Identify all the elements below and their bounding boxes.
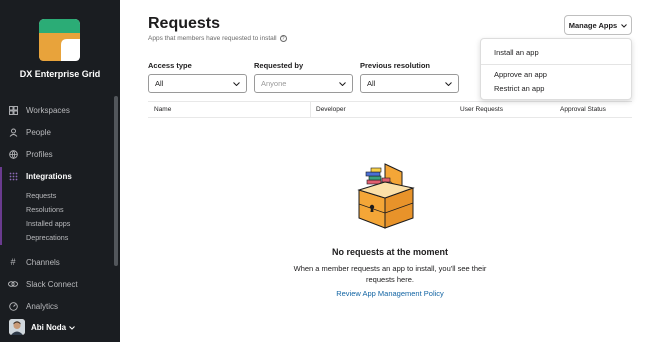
empty-state-title: No requests at the moment (331, 247, 449, 257)
subnav-resolutions[interactable]: Resolutions (26, 205, 64, 214)
review-policy-link-text[interactable]: Review App Management Policy (336, 289, 444, 298)
sidebar-item-label: People (26, 127, 51, 137)
page-title: Requests (148, 15, 221, 32)
column-header-developer[interactable]: Developer (316, 106, 346, 113)
sidebar-item-analytics[interactable]: Analytics (0, 297, 120, 315)
user-name: Abi Noda (31, 322, 67, 332)
chevron-down-icon (233, 79, 240, 88)
manage-apps-menu: Install an app Approve an app Restrict a… (480, 38, 632, 100)
sidebar-item-channels[interactable]: # Channels (0, 253, 120, 271)
sidebar-scrollbar[interactable] (114, 96, 118, 266)
org-name: DX Enterprise Grid (19, 69, 101, 79)
link-icon (0, 280, 26, 288)
info-icon[interactable]: ? (279, 35, 287, 42)
person-icon (0, 128, 26, 137)
menu-divider (481, 64, 631, 65)
sidebar-item-label: Profiles (26, 149, 53, 159)
building-icon (0, 105, 26, 115)
sidebar-item-label: Channels (26, 257, 60, 267)
subnav-installed-apps[interactable]: Installed apps (26, 219, 70, 228)
chevron-down-icon (445, 79, 452, 88)
subtitle-text: Apps that members have requested to inst… (148, 35, 277, 42)
manage-apps-label: Manage Apps (568, 20, 618, 30)
sidebar-item-label: Workspaces (26, 105, 70, 115)
access-type-select[interactable]: All (148, 74, 247, 93)
empty-state-body: When a member requests an app to install… (293, 264, 487, 284)
hash-icon: # (10, 257, 16, 267)
user-menu[interactable]: Abi Noda (9, 319, 75, 335)
sidebar-item-workspaces[interactable]: Workspaces (0, 101, 120, 119)
sidebar-item-slack-connect[interactable]: Slack Connect (0, 275, 120, 293)
gauge-icon (0, 301, 26, 311)
review-policy-link[interactable]: Review App Management Policy (148, 289, 632, 298)
chevron-down-icon (69, 323, 75, 332)
subnav-requests[interactable]: Requests (26, 191, 56, 200)
sidebar-item-people[interactable]: People (0, 123, 120, 141)
chevron-down-icon (339, 79, 346, 88)
sidebar-item-profiles[interactable]: Profiles (0, 145, 120, 163)
filter-label-access-type: Access type (148, 61, 192, 70)
select-value: All (155, 79, 164, 88)
menu-item-restrict-app[interactable]: Restrict an app (494, 84, 544, 93)
previous-resolution-select[interactable]: All (360, 74, 459, 93)
sidebar-item-label: Slack Connect (26, 279, 78, 289)
menu-item-approve-app[interactable]: Approve an app (494, 70, 547, 79)
sidebar-item-label: Integrations (26, 171, 72, 181)
filter-label-requested-by: Requested by (254, 61, 304, 70)
avatar (9, 319, 25, 335)
empty-box-illustration (357, 163, 415, 229)
select-value: All (367, 79, 376, 88)
menu-item-install-app[interactable]: Install an app (494, 48, 539, 57)
page-subtitle: Apps that members have requested to inst… (148, 35, 287, 42)
subnav-deprecations[interactable]: Deprecations (26, 233, 68, 242)
sidebar-item-integrations[interactable]: Integrations (0, 167, 120, 185)
table-header: Name Developer User Requests Approval St… (148, 101, 632, 118)
column-header-name[interactable]: Name (154, 106, 171, 113)
column-header-user-requests[interactable]: User Requests (460, 106, 503, 113)
grid-icon (0, 172, 26, 181)
sidebar: DX Enterprise Grid Workspaces People Pro… (0, 0, 120, 342)
column-header-approval-status[interactable]: Approval Status (560, 106, 606, 113)
requested-by-select[interactable]: Anyone (254, 74, 353, 93)
column-divider (310, 102, 311, 117)
sidebar-item-label: Analytics (26, 301, 59, 311)
org-logo (39, 19, 80, 61)
filter-label-previous-resolution: Previous resolution (360, 61, 431, 70)
select-placeholder: Anyone (261, 79, 287, 88)
chevron-down-icon (621, 21, 628, 30)
manage-apps-button[interactable]: Manage Apps (564, 15, 632, 35)
globe-icon (0, 149, 26, 159)
